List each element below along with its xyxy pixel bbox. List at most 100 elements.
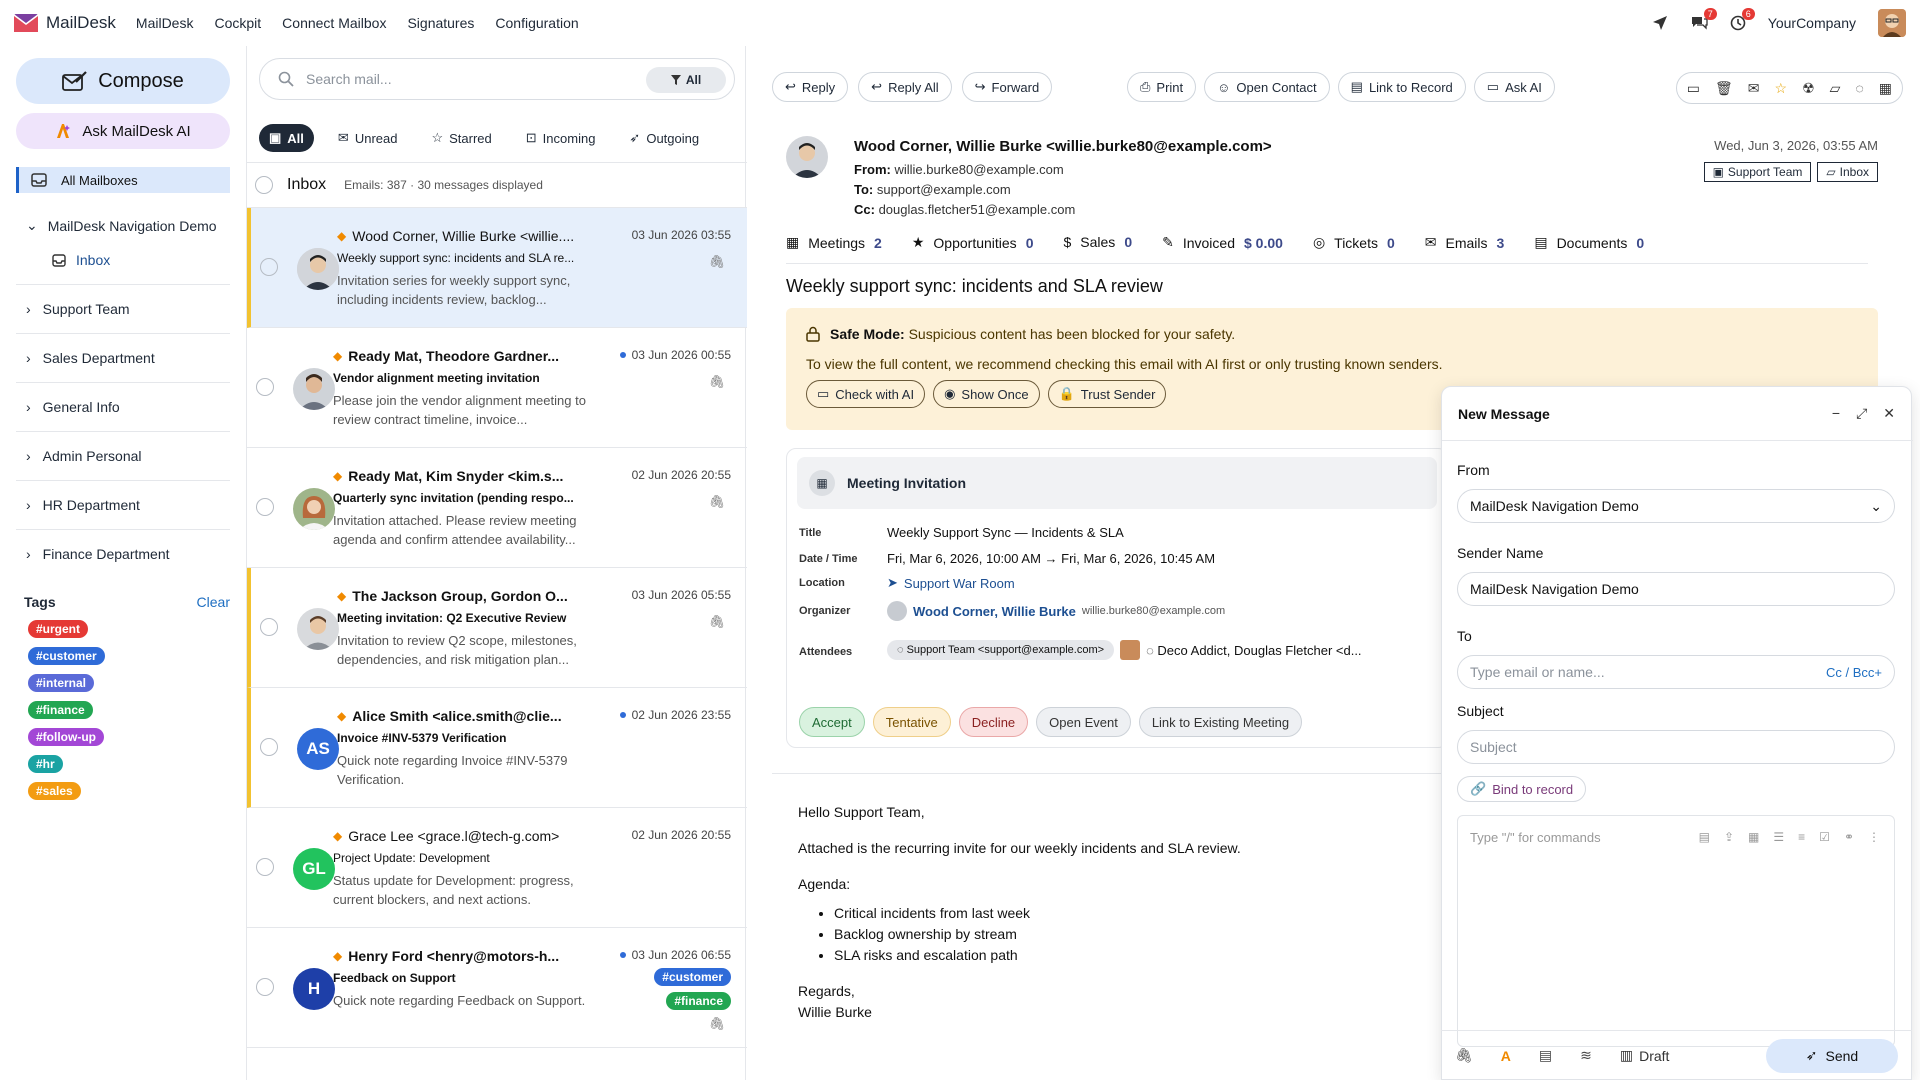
mail-tag-customer[interactable]: #customer	[654, 968, 731, 986]
cc-bcc-toggle[interactable]: Cc / Bcc+	[1826, 665, 1882, 680]
mail-select-checkbox[interactable]	[260, 618, 278, 636]
ask-ai-button[interactable]: Ask MailDesk AI	[16, 113, 230, 149]
upload-icon[interactable]: ⇪	[1724, 830, 1734, 844]
check-with-ai-button[interactable]: ▭ Check with AI	[806, 380, 926, 408]
nav-signatures[interactable]: Signatures	[407, 15, 474, 31]
filter-incoming[interactable]: ⊡ Incoming	[516, 124, 606, 152]
sidebar-group-hr-department[interactable]: › HR Department	[16, 480, 230, 513]
move-folder-icon[interactable]: ▱	[1830, 80, 1841, 97]
mail-list-item[interactable]: GL ◆ Grace Lee <grace.l@tech-g.com> 02 Ju…	[247, 808, 747, 928]
archive-icon[interactable]: ▭	[1687, 80, 1700, 97]
reply-button[interactable]: ↩ Reply	[772, 72, 849, 102]
more-actions-icon[interactable]: ▦	[1879, 80, 1892, 97]
tag-urgent[interactable]: #urgent	[28, 620, 89, 638]
bind-to-record-button[interactable]: 🔗 Bind to record	[1457, 776, 1587, 802]
link-existing-meeting-button[interactable]: Link to Existing Meeting	[1138, 707, 1303, 737]
sidebar-item-all-mailboxes[interactable]: All Mailboxes	[16, 167, 230, 193]
attach-icon[interactable]: 🖇	[1455, 1047, 1473, 1064]
organizer-name[interactable]: Wood Corner, Willie Burke	[913, 604, 1076, 619]
bullet-list-icon[interactable]: ☰	[1773, 830, 1784, 844]
filter-starred[interactable]: ☆ Starred	[421, 124, 501, 152]
draft-button[interactable]: ▥ Draft	[1620, 1047, 1670, 1064]
link-to-record-button[interactable]: ▤ Link to Record	[1337, 72, 1466, 102]
sidebar-group-sales-department[interactable]: › Sales Department	[16, 333, 230, 366]
chat-button[interactable]: 7	[1690, 8, 1717, 31]
mail-tag-finance[interactable]: #finance	[666, 992, 731, 1010]
subject-field[interactable]: Subject	[1457, 730, 1895, 764]
send-button[interactable]: ➶ Send	[1766, 1038, 1898, 1073]
open-event-button[interactable]: Open Event	[1036, 707, 1131, 737]
forward-button[interactable]: ↪ Forward	[961, 72, 1053, 102]
tag-follow-up[interactable]: #follow-up	[28, 728, 104, 746]
mail-list-item[interactable]: ◆ Ready Mat, Kim Snyder <kim.s... 02 Jun …	[247, 448, 747, 568]
sidebar-group-general-info[interactable]: › General Info	[16, 382, 230, 415]
show-once-button[interactable]: ◉ Show Once	[933, 380, 1040, 408]
spam-icon[interactable]: ☢	[1802, 80, 1815, 97]
mail-select-checkbox[interactable]	[256, 498, 274, 516]
nav-cockpit[interactable]: Cockpit	[214, 15, 261, 31]
tag-sales[interactable]: #sales	[28, 782, 81, 800]
checklist-icon[interactable]: ☑	[1819, 830, 1830, 844]
trust-sender-button[interactable]: 🔒 Trust Sender	[1047, 380, 1167, 408]
mail-list-item[interactable]: ◆ Wood Corner, Willie Burke <willie.... 0…	[247, 208, 747, 328]
tag-hr[interactable]: #hr	[28, 755, 63, 773]
search-input[interactable]: Search mail...	[306, 71, 392, 87]
company-switcher[interactable]: YourCompany	[1768, 15, 1856, 31]
open-contact-button[interactable]: ☺ Open Contact	[1204, 72, 1330, 102]
link-icon[interactable]: ⚭	[1844, 830, 1854, 844]
activity-button[interactable]: 6	[1730, 8, 1755, 31]
decline-button[interactable]: Decline	[958, 707, 1029, 737]
nav-maildesk[interactable]: MailDesk	[136, 15, 194, 31]
tree-item-inbox[interactable]: Inbox	[16, 252, 230, 268]
signature-icon[interactable]: ≋	[1580, 1047, 1592, 1064]
more-icon[interactable]: ⋮	[1868, 830, 1880, 844]
minimize-icon[interactable]: −	[1832, 405, 1840, 422]
ask-ai-message-button[interactable]: ▭ Ask AI	[1473, 72, 1555, 102]
nav-configuration[interactable]: Configuration	[495, 15, 578, 31]
meeting-location-value[interactable]: ➤ Support War Room	[887, 575, 1015, 591]
stat-emails[interactable]: ✉ Emails 3	[1425, 234, 1505, 251]
print-button[interactable]: ⎙ Print	[1127, 72, 1197, 102]
star-icon[interactable]: ☆	[1775, 80, 1788, 97]
numbered-list-icon[interactable]: ≡	[1798, 830, 1805, 844]
send-icon[interactable]	[1652, 15, 1668, 31]
stat-sales[interactable]: $ Sales 0	[1063, 234, 1132, 250]
accept-button[interactable]: Accept	[799, 707, 865, 737]
close-icon[interactable]: ✕	[1883, 405, 1895, 422]
attendee-chip[interactable]: ◌ Support Team <support@example.com>	[887, 640, 1115, 660]
search-box[interactable]: Search mail... All	[259, 58, 735, 100]
template-icon[interactable]: ▤	[1539, 1047, 1552, 1064]
stat-meetings[interactable]: ▦ Meetings 2	[786, 234, 882, 251]
from-select[interactable]: MailDesk Navigation Demo ⌄	[1457, 489, 1895, 523]
mail-select-checkbox[interactable]	[260, 258, 278, 276]
stat-opportunities[interactable]: ★ Opportunities 0	[912, 234, 1034, 251]
trash-icon[interactable]: 🗑	[1715, 80, 1733, 97]
file-icon[interactable]: ▤	[1699, 830, 1710, 844]
filter-unread[interactable]: ✉ Unread	[328, 124, 408, 152]
nav-connect-mailbox[interactable]: Connect Mailbox	[282, 15, 386, 31]
compose-button[interactable]: Compose	[16, 58, 230, 104]
tag-customer[interactable]: #customer	[28, 647, 105, 665]
table-icon[interactable]: ▦	[1748, 830, 1759, 844]
reply-all-button[interactable]: ↩ Reply All	[858, 72, 952, 102]
tag-finance[interactable]: #finance	[28, 701, 93, 719]
tree-item-navigation-demo[interactable]: ⌄ MailDesk Navigation Demo	[16, 217, 230, 234]
message-editor[interactable]: Type "/" for commands ▤ ⇪ ▦ ☰ ≡ ☑ ⚭ ⋮	[1457, 815, 1895, 1047]
sidebar-group-finance-department[interactable]: › Finance Department	[16, 529, 230, 562]
attendee-chip[interactable]: ◌ Deco Addict, Douglas Fletcher <d...	[1146, 643, 1361, 658]
expand-icon[interactable]: ⤢	[1856, 405, 1867, 422]
mail-select-checkbox[interactable]	[256, 378, 274, 396]
to-field[interactable]: Type email or name... Cc / Bcc+	[1457, 655, 1895, 689]
mail-select-checkbox[interactable]	[260, 738, 278, 756]
user-avatar[interactable]	[1878, 9, 1906, 37]
sidebar-group-support-team[interactable]: › Support Team	[16, 284, 230, 317]
mail-select-checkbox[interactable]	[256, 858, 274, 876]
filter-outgoing[interactable]: ➶ Outgoing	[619, 124, 709, 152]
mail-list-item[interactable]: AS ◆ Alice Smith <alice.smith@clie... 02 …	[247, 688, 747, 808]
search-filter-button[interactable]: All	[646, 67, 726, 93]
mail-list-item[interactable]: ◆ Ready Mat, Theodore Gardner... 03 Jun 2…	[247, 328, 747, 448]
mail-list-item[interactable]: ◆ The Jackson Group, Gordon O... 03 Jun 2…	[247, 568, 747, 688]
filter-all[interactable]: ▣ All	[259, 124, 314, 152]
stat-invoiced[interactable]: ✎ Invoiced $ 0.00	[1162, 234, 1283, 251]
select-all-checkbox[interactable]	[255, 176, 273, 194]
